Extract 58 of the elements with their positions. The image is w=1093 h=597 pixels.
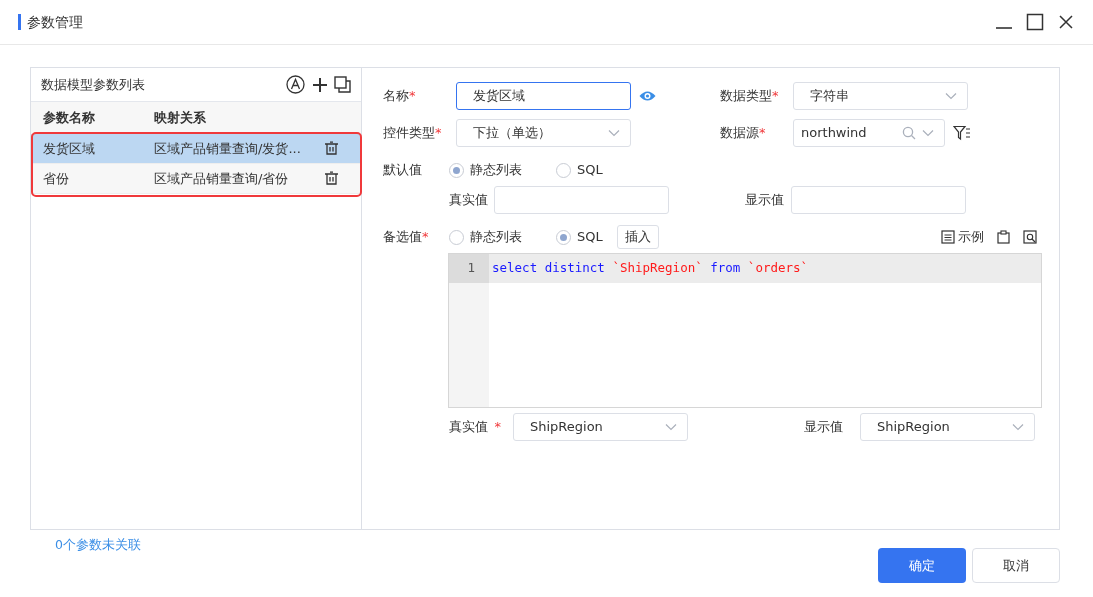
name-input[interactable]: 发货区域 (456, 82, 631, 110)
radio-option[interactable]: SQL (556, 160, 603, 180)
field-label: 显示值 (804, 418, 844, 437)
chevron-down-icon (608, 129, 620, 137)
dropdown[interactable]: 下拉（单选） (456, 119, 631, 147)
trash-icon[interactable] (324, 171, 339, 186)
field-label: 名称* (383, 87, 417, 106)
parameter-name: 省份 (43, 169, 70, 188)
field-label: 默认值 (383, 161, 423, 180)
dropdown[interactable]: ShipRegion (860, 413, 1035, 441)
panel-title: 数据模型参数列表 (41, 75, 145, 94)
cancel-button[interactable]: 取消 (972, 548, 1060, 583)
dropdown[interactable]: ShipRegion (513, 413, 688, 441)
code-editor[interactable]: 1 select distinct `ShipRegion` from `orders` (448, 253, 1042, 408)
field-label: 显示值 (745, 191, 785, 210)
confirm-button[interactable]: 确定 (877, 548, 966, 583)
field-label: 数据源* (720, 124, 767, 143)
field-label: 真实值 * (449, 418, 502, 437)
parameter-name: 发货区域 (43, 139, 96, 158)
maximize-icon[interactable] (1026, 13, 1044, 31)
radio-option[interactable]: 静态列表 (449, 160, 522, 180)
dropdown[interactable]: 字符串 (793, 82, 968, 110)
search-icon (901, 126, 916, 140)
text-input[interactable] (494, 186, 669, 214)
clipboard-icon[interactable] (997, 230, 1010, 244)
line-number: 1 (449, 254, 489, 283)
radio-option[interactable]: SQL (556, 227, 603, 247)
circled-letter-icon[interactable] (286, 75, 305, 94)
close-icon[interactable] (1057, 13, 1075, 31)
text-input[interactable] (791, 186, 966, 214)
title-accent-bar (18, 14, 21, 30)
parameter-mapping: 区域产品销量查询/省份 (154, 169, 290, 188)
add-icon[interactable] (311, 76, 328, 93)
dropdown[interactable]: northwind (793, 119, 945, 147)
chevron-down-icon (922, 129, 934, 137)
column-header: 参数名称 (43, 109, 96, 128)
column-header: 映射关系 (154, 109, 207, 128)
field-label: 数据类型* (720, 87, 780, 106)
chevron-down-icon (945, 92, 957, 100)
field-label: 控件类型* (383, 124, 443, 143)
chevron-down-icon (665, 423, 677, 431)
field-label: 真实值 (449, 191, 489, 210)
filter-icon[interactable] (953, 125, 971, 141)
radio-option[interactable]: 静态列表 (449, 227, 522, 247)
window-title: 参数管理 (27, 12, 83, 32)
parameter-mapping: 区域产品销量查询/发货... (154, 139, 302, 158)
insert-button[interactable]: 插入 (616, 225, 659, 249)
trash-icon[interactable] (324, 141, 339, 156)
field-label: 备选值* (383, 228, 430, 247)
parameter-row[interactable]: 省份 区域产品销量查询/省份 (31, 164, 361, 194)
unlinked-params-link[interactable]: 0个参数未关联 (55, 536, 141, 555)
copy-icon[interactable] (334, 76, 351, 93)
preview-icon[interactable] (1023, 230, 1037, 244)
example-button[interactable]: 示例 (940, 227, 984, 247)
list-icon (940, 230, 955, 244)
parameter-row[interactable]: 发货区域 区域产品销量查询/发货... (31, 134, 361, 164)
eye-icon[interactable] (639, 90, 656, 102)
chevron-down-icon (1012, 423, 1024, 431)
